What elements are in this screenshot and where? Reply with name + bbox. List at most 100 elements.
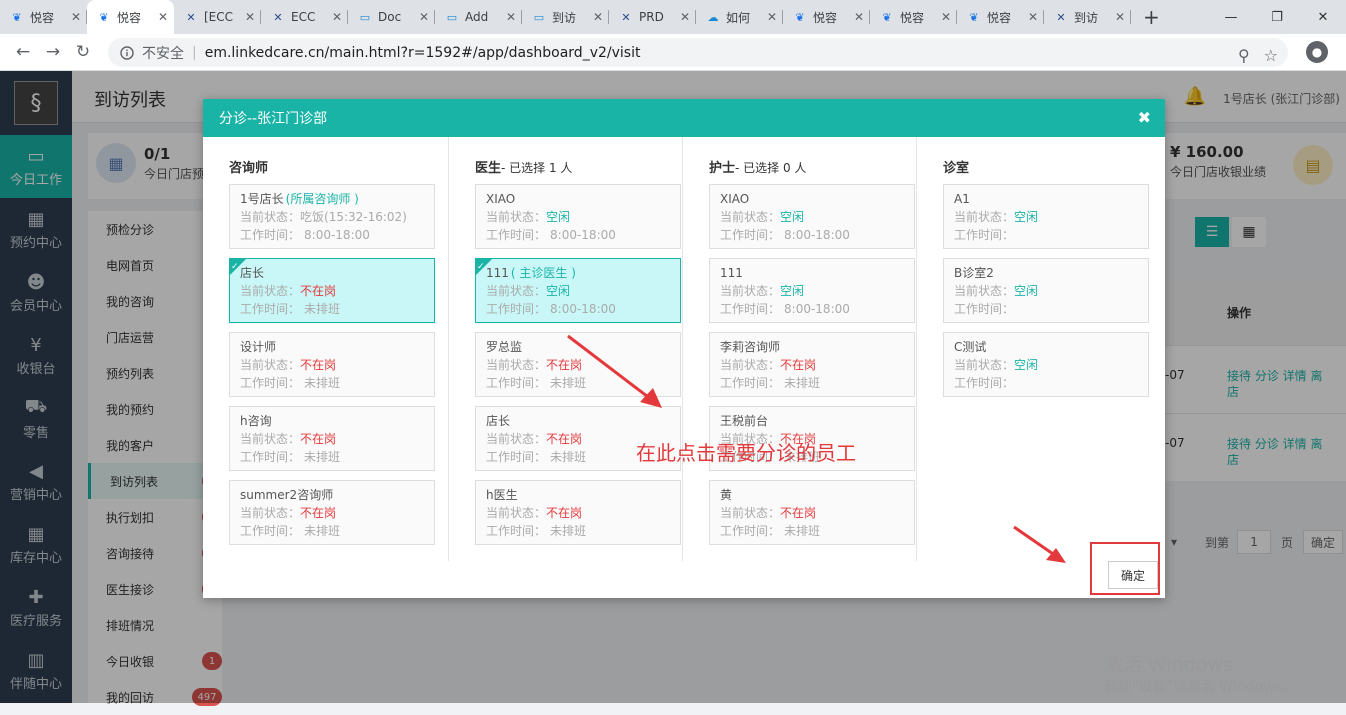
- staff-card[interactable]: h咨询 当前状态：不在岗 工作时间： 未排班: [229, 406, 435, 471]
- hours-label: 工作时间：: [720, 524, 781, 538]
- tab-close-icon[interactable]: ✕: [419, 10, 429, 24]
- status-value: 不在岗: [300, 358, 337, 372]
- browser-tab[interactable]: ▭ Add ✕: [435, 0, 522, 34]
- browser-tab[interactable]: ❦ 悦容 ✕: [87, 0, 174, 34]
- reload-icon[interactable]: ↻: [68, 42, 98, 62]
- staff-card[interactable]: 黄当前状态：不在岗 工作时间： 未排班: [709, 480, 915, 545]
- tab-close-icon[interactable]: ✕: [680, 10, 690, 24]
- tab-close-icon[interactable]: ✕: [593, 10, 603, 24]
- profile-avatar-icon[interactable]: ●: [1306, 41, 1328, 63]
- wing-icon: ❦: [795, 10, 805, 24]
- status-line: 当前状态：不在岗: [240, 430, 424, 448]
- browser-tab[interactable]: ▭ 到访 ✕: [522, 0, 609, 34]
- close-icon[interactable]: ✖: [1138, 108, 1151, 127]
- status-line: 当前状态：不在岗: [486, 356, 670, 374]
- staff-card[interactable]: summer2咨询师 当前状态：不在岗 工作时间： 未排班: [229, 480, 435, 545]
- status-label: 当前状态：: [954, 284, 1015, 298]
- hours-line: 工作时间： 未排班: [240, 522, 424, 540]
- staff-card[interactable]: 111( 主诊医生 )当前状态：空闲工作时间：8:00-18:00: [475, 258, 681, 323]
- status-value: 不在岗: [300, 284, 337, 298]
- bookmark-star-icon[interactable]: ☆: [1264, 46, 1278, 65]
- tab-title: 如何: [726, 10, 751, 25]
- staff-card[interactable]: 李莉咨询师 当前状态：不在岗 工作时间： 未排班: [709, 332, 915, 397]
- status-value: 不在岗: [300, 506, 337, 520]
- hours-value: 未排班: [304, 524, 341, 538]
- staff-role-tag: (所属咨询师 ): [285, 192, 359, 206]
- staff-card[interactable]: XIAO 当前状态：空闲 工作时间： 8:00-18:00: [709, 184, 915, 249]
- tab-close-icon[interactable]: ✕: [245, 10, 255, 24]
- hours-value: 未排班: [304, 302, 341, 316]
- staff-column: 护士- 已选择 0 人 XIAO 当前状态：空闲 工作时间： 8:00-18:00 111…: [683, 137, 917, 561]
- tab-title: ECC: [291, 10, 316, 24]
- staff-name-line: XIAO: [486, 190, 670, 208]
- omnibox[interactable]: 不安全 | em.linkedcare.cn/main.html?r=1592#…: [108, 38, 1288, 67]
- browser-tab[interactable]: ❦ 悦容 ✕: [0, 0, 87, 34]
- status-value: 不在岗: [546, 432, 583, 446]
- tab-close-icon[interactable]: ✕: [158, 10, 168, 24]
- staff-name: 111: [720, 266, 743, 280]
- staff-card[interactable]: C测试 当前状态：空闲 工作时间：: [943, 332, 1149, 397]
- tab-title: PRD: [639, 10, 664, 24]
- browser-tab[interactable]: ❦ 悦容 ✕: [957, 0, 1044, 34]
- zoom-icon[interactable]: ⚲: [1238, 46, 1250, 65]
- column-header: 医生- 已选择 1 人: [475, 157, 682, 176]
- new-tab-icon[interactable]: +: [1131, 0, 1172, 34]
- tab-close-icon[interactable]: ✕: [941, 10, 951, 24]
- staff-name-line: XIAO: [720, 190, 904, 208]
- tab-close-icon[interactable]: ✕: [1115, 10, 1125, 24]
- tab-close-icon[interactable]: ✕: [506, 10, 516, 24]
- tab-close-icon[interactable]: ✕: [767, 10, 777, 24]
- staff-name: h医生: [486, 488, 518, 502]
- staff-card[interactable]: 设计师 当前状态：不在岗 工作时间： 未排班: [229, 332, 435, 397]
- staff-card[interactable]: A1 当前状态：空闲 工作时间：: [943, 184, 1149, 249]
- url-text[interactable]: em.linkedcare.cn/main.html?r=1592#/app/d…: [205, 45, 641, 61]
- triage-modal: 分诊--张江门诊部 ✖ 咨询师 1号店长 (所属咨询师 ) 当前状态：吃饭(15:32…: [203, 99, 1165, 598]
- staff-card[interactable]: 1号店长 (所属咨询师 ) 当前状态：吃饭(15:32-16:02) 工作时间： 8:0…: [229, 184, 435, 249]
- staff-card[interactable]: 店长当前状态：不在岗工作时间：未排班: [229, 258, 435, 323]
- forward-icon[interactable]: →: [38, 42, 68, 62]
- hours-label: 工作时间：: [486, 524, 547, 538]
- staff-name: XIAO: [720, 192, 750, 206]
- hours-label: 工作时间：: [720, 302, 781, 316]
- staff-name-line: C测试: [954, 338, 1138, 356]
- tab-close-icon[interactable]: ✕: [332, 10, 342, 24]
- browser-tab[interactable]: ☁ 如何 ✕: [696, 0, 783, 34]
- ecc-icon: ✕: [273, 10, 283, 24]
- staff-name: XIAO: [486, 192, 516, 206]
- restore-icon[interactable]: ❐: [1254, 0, 1300, 34]
- staff-card[interactable]: 111 当前状态：空闲 工作时间： 8:00-18:00: [709, 258, 915, 323]
- hours-line: 工作时间： 未排班: [720, 374, 904, 392]
- status-label: 当前状态：: [486, 506, 547, 520]
- browser-tab[interactable]: ✕ ECC ✕: [261, 0, 348, 34]
- ecc-icon: ✕: [621, 10, 631, 24]
- browser-tab[interactable]: ▭ Doc ✕: [348, 0, 435, 34]
- browser-tab[interactable]: ✕ PRD ✕: [609, 0, 696, 34]
- staff-card[interactable]: B诊室2 当前状态：空闲 工作时间：: [943, 258, 1149, 323]
- tab-close-icon[interactable]: ✕: [1028, 10, 1038, 24]
- staff-card[interactable]: 罗总监 当前状态：不在岗 工作时间： 未排班: [475, 332, 681, 397]
- tab-close-icon[interactable]: ✕: [854, 10, 864, 24]
- browser-tab[interactable]: ✕ 到访 ✕: [1044, 0, 1131, 34]
- staff-card[interactable]: XIAO 当前状态：空闲 工作时间： 8:00-18:00: [475, 184, 681, 249]
- status-line: 当前状态：空闲: [720, 208, 904, 226]
- minimize-icon[interactable]: —: [1208, 0, 1254, 34]
- hours-line: 工作时间：: [954, 374, 1138, 392]
- tab-title: 悦容: [117, 10, 142, 25]
- staff-name-line: 1号店长 (所属咨询师 ): [240, 190, 424, 208]
- tab-title: 到访: [552, 10, 577, 25]
- windows-watermark: 激活 Windows: [1104, 654, 1233, 676]
- tab-close-icon[interactable]: ✕: [71, 10, 81, 24]
- staff-name-line: 111( 主诊医生 ): [486, 264, 670, 282]
- wing-icon: ❦: [882, 10, 892, 24]
- annotation-text: 在此点击需要分诊的员工: [636, 441, 856, 465]
- staff-card[interactable]: h医生 当前状态：不在岗 工作时间： 未排班: [475, 480, 681, 545]
- browser-tab[interactable]: ❦ 悦容 ✕: [870, 0, 957, 34]
- browser-tab[interactable]: ❦ 悦容 ✕: [783, 0, 870, 34]
- omnibox-separator: |: [192, 44, 197, 61]
- browser-tab[interactable]: ✕ [ECC ✕: [174, 0, 261, 34]
- hours-label: 工作时间：: [240, 376, 301, 390]
- back-icon[interactable]: ←: [8, 42, 38, 62]
- confirm-button[interactable]: 确定: [1108, 561, 1158, 589]
- close-window-icon[interactable]: ✕: [1300, 0, 1346, 34]
- info-icon[interactable]: [120, 45, 134, 60]
